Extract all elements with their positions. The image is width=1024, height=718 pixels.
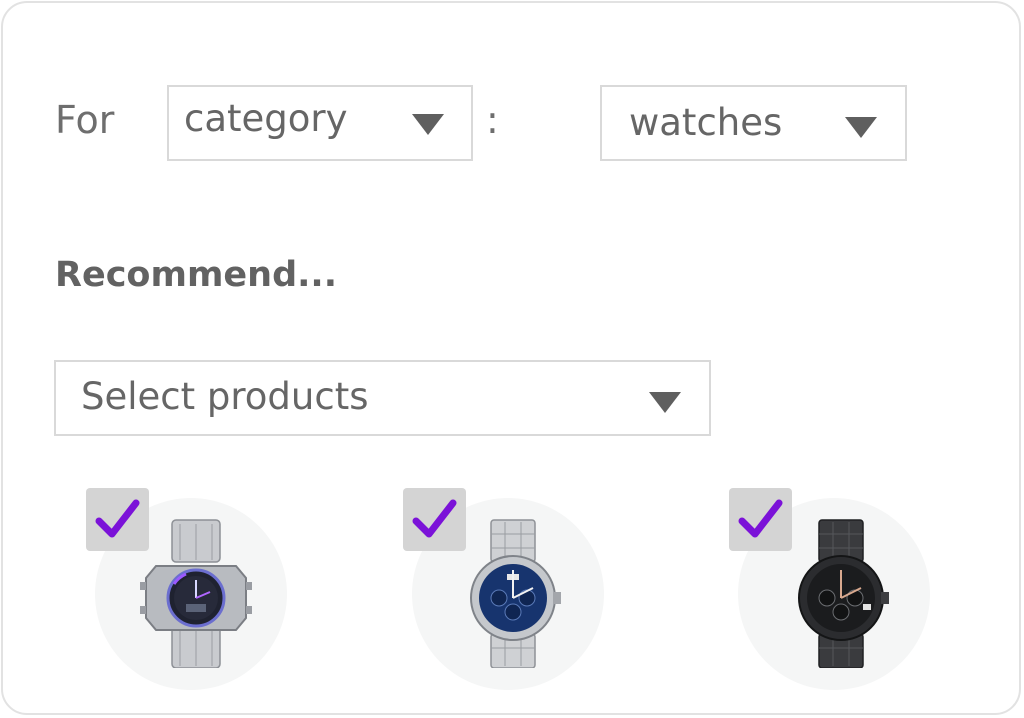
caret-down-icon — [649, 392, 681, 413]
attribute-select[interactable]: category — [167, 85, 473, 161]
product-checkbox[interactable] — [403, 488, 466, 551]
value-select[interactable]: watches — [600, 85, 907, 161]
products-select-placeholder: Select products — [81, 375, 369, 418]
for-label: For — [55, 98, 115, 142]
product-checkbox[interactable] — [729, 488, 792, 551]
separator-colon: : — [486, 98, 499, 142]
product-item[interactable] — [729, 488, 949, 708]
checkmark-icon — [738, 499, 783, 538]
value-select-value: watches — [629, 101, 783, 144]
product-item[interactable] — [86, 488, 306, 708]
checkmark-icon — [95, 499, 140, 538]
attribute-select-value: category — [184, 97, 348, 140]
product-checkbox[interactable] — [86, 488, 149, 551]
recommend-heading: Recommend... — [55, 255, 338, 295]
products-select[interactable]: Select products — [54, 360, 711, 436]
caret-down-icon — [412, 114, 444, 135]
product-item[interactable] — [403, 488, 623, 708]
caret-down-icon — [845, 117, 877, 138]
checkmark-icon — [412, 499, 457, 538]
